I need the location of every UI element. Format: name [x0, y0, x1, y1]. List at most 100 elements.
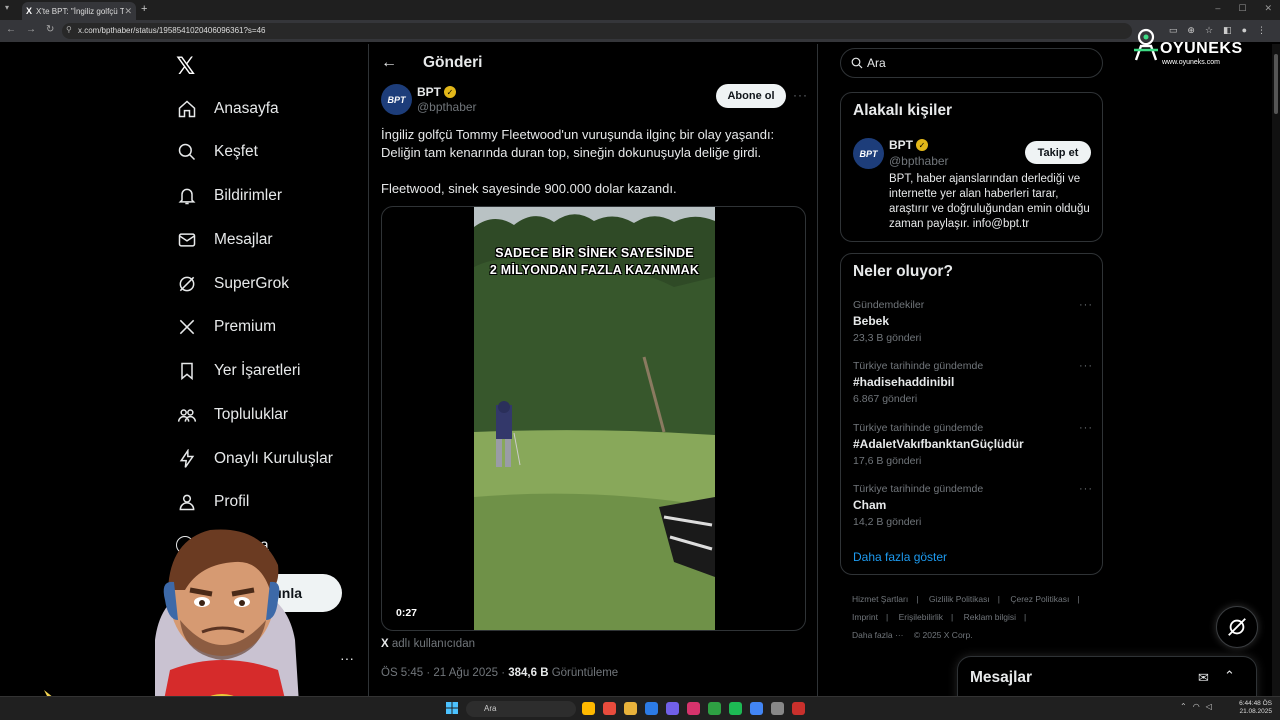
new-message-icon[interactable]: ✉	[1198, 670, 1209, 686]
app-icon[interactable]	[771, 702, 784, 715]
show-more-link[interactable]: Daha fazla göster	[853, 550, 947, 564]
trend-more-icon[interactable]: ···	[1079, 422, 1093, 434]
author-handle[interactable]: @bpthaber	[417, 100, 477, 114]
windows-start-icon[interactable]	[446, 702, 458, 714]
scrollbar-thumb[interactable]	[1274, 54, 1278, 114]
expand-drawer-icon[interactable]: ⌃	[1224, 668, 1235, 684]
grok-button[interactable]	[1216, 606, 1258, 648]
app-icon[interactable]	[582, 702, 595, 715]
trend-item[interactable]: Türkiye tarihinde gündemde #hadisehaddin…	[853, 360, 1093, 405]
nav-bookmarks[interactable]: Yer İşaretleri	[176, 356, 300, 386]
trend-item[interactable]: Gündemdekiler Bebek 23,3 B gönderi ···	[853, 299, 1093, 344]
trend-more-icon[interactable]: ···	[1079, 299, 1093, 311]
footer-link[interactable]: Imprint	[852, 612, 878, 622]
oyuneks-site: www.oyuneks.com	[1162, 59, 1220, 66]
video-duration: 0:27	[396, 607, 418, 619]
video-caption: SADECE BİR SİNEK SAYESİNDE 2 MİLYONDAN F…	[474, 245, 715, 279]
oyuneks-mascot-icon	[1134, 28, 1158, 61]
bell-icon	[176, 185, 198, 207]
follow-button[interactable]: Takip et	[1025, 141, 1091, 164]
lightning-icon	[176, 448, 198, 470]
post-text-line-1: İngiliz golfçü Tommy Fleetwood'un vuruşu…	[381, 127, 775, 160]
nav-premium[interactable]: Premium	[176, 312, 276, 342]
url-input[interactable]: ⚲ x.com/bpthaber/status/1958541020406096…	[62, 23, 1132, 39]
x-icon	[176, 316, 198, 338]
search-icon	[851, 57, 863, 69]
app-icon[interactable]	[792, 702, 805, 715]
trend-item[interactable]: Türkiye tarihinde gündemde #AdaletVakıfb…	[853, 422, 1093, 467]
nav-communities[interactable]: Topluluklar	[176, 400, 288, 430]
profile-icon[interactable]: ●	[1242, 25, 1247, 36]
footer-link[interactable]: Erişilebilirlik	[899, 612, 943, 622]
app-icon[interactable]	[645, 702, 658, 715]
relevant-person-bio: BPT, haber ajanslarından derlediği ve in…	[889, 173, 1090, 230]
close-window-icon[interactable]: ✕	[1264, 3, 1272, 14]
taskbar-search[interactable]: Ara	[466, 701, 576, 717]
post-time[interactable]: ÖS 5:45 · 21 Ağu 2025 ·	[381, 667, 508, 679]
browser-tab[interactable]: X X'te BPT: "İngiliz golfçü Tommy ✕	[22, 2, 136, 20]
reload-icon[interactable]: ↻	[46, 24, 54, 35]
windows-taskbar: Ara ⌃ ◠ ◁ 6:44:48 ÖS 21.08.2025	[0, 696, 1280, 720]
relevant-people-title: Alakalı kişiler	[853, 102, 953, 119]
footer-link[interactable]: Gizlilik Politikası	[929, 594, 990, 604]
nav-notifications-label: Bildirimler	[214, 187, 283, 204]
x-logo-icon[interactable]: 𝕏	[176, 52, 195, 81]
nav-explore[interactable]: Keşfet	[176, 137, 258, 167]
tab-menu-icon[interactable]: ▾	[5, 3, 9, 12]
forward-browser-icon[interactable]: →	[26, 24, 36, 35]
footer-link[interactable]: Çerez Politikası	[1010, 594, 1069, 604]
post-meta: ÖS 5:45 · 21 Ağu 2025 · 384,6 B Görüntül…	[381, 667, 618, 679]
app-icon[interactable]	[603, 702, 616, 715]
app-icon[interactable]	[729, 702, 742, 715]
tab-title: X'te BPT: "İngiliz golfçü Tommy	[36, 6, 124, 16]
relevant-person-avatar[interactable]: BPT	[853, 138, 884, 169]
footer-link[interactable]: Hizmet Şartları	[852, 594, 908, 604]
nav-notifications[interactable]: Bildirimler	[176, 181, 282, 211]
app-icon[interactable]	[708, 702, 721, 715]
taskbar-clock[interactable]: 6:44:48 ÖS 21.08.2025	[1236, 700, 1272, 716]
subscribe-button[interactable]: Abone ol	[716, 84, 786, 108]
app-icon[interactable]	[687, 702, 700, 715]
author-name[interactable]: BPT ✓	[417, 85, 456, 99]
trend-item[interactable]: Türkiye tarihinde gündemde Cham 14,2 B g…	[853, 483, 1093, 528]
bookmark-icon	[176, 360, 198, 382]
post-more-icon[interactable]: ···	[793, 88, 808, 102]
back-arrow-icon[interactable]: ←	[381, 54, 397, 72]
nav-verified-orgs[interactable]: Onaylı Kuruluşlar	[176, 444, 333, 474]
minimize-icon[interactable]: –	[1215, 3, 1220, 14]
search-input[interactable]: Ara	[840, 48, 1103, 78]
close-tab-icon[interactable]: ✕	[124, 6, 132, 17]
system-tray: ⌃ ◠ ◁	[1180, 702, 1212, 711]
nav-messages[interactable]: Mesajlar	[176, 225, 273, 255]
author-avatar[interactable]: BPT	[381, 84, 412, 115]
menu-icon[interactable]: ⋮	[1257, 25, 1266, 36]
maximize-icon[interactable]: ☐	[1238, 3, 1246, 14]
video-player[interactable]: SADECE BİR SİNEK SAYESİNDE 2 MİLYONDAN F…	[381, 206, 806, 631]
video-source[interactable]: X adlı kullanıcıdan	[381, 638, 475, 650]
app-icon[interactable]	[624, 702, 637, 715]
trends-title: Neler oluyor?	[853, 263, 953, 280]
page-title: Gönderi	[423, 54, 483, 71]
footer-link[interactable]: Reklam bilgisi	[964, 612, 1016, 622]
back-browser-icon[interactable]: ←	[6, 24, 16, 35]
search-icon	[176, 141, 198, 163]
nav-supergrok[interactable]: SuperGrok	[176, 269, 289, 299]
site-info-icon[interactable]: ⚲	[66, 25, 72, 34]
relevant-person-handle[interactable]: @bpthaber	[889, 154, 949, 168]
tray-chevron-icon[interactable]: ⌃	[1180, 702, 1187, 711]
wifi-icon[interactable]: ◠	[1193, 702, 1200, 711]
nav-home-label: Anasayfa	[214, 100, 279, 117]
browser-nav: ← → ↻	[6, 24, 54, 35]
trend-more-icon[interactable]: ···	[1079, 360, 1093, 372]
account-more-icon[interactable]: ···	[340, 650, 354, 666]
app-icon[interactable]	[666, 702, 679, 715]
nav-home[interactable]: Anasayfa	[176, 94, 279, 124]
trend-more-icon[interactable]: ···	[1079, 483, 1093, 495]
new-tab-icon[interactable]: +	[141, 3, 147, 15]
volume-icon[interactable]: ◁	[1206, 702, 1212, 711]
relevant-person-name[interactable]: BPT ✓	[889, 138, 928, 152]
footer-more-link[interactable]: Daha fazla ···	[852, 630, 904, 640]
nav-profile[interactable]: Profil	[176, 487, 249, 517]
app-icon[interactable]	[750, 702, 763, 715]
page-scrollbar[interactable]	[1272, 44, 1280, 696]
